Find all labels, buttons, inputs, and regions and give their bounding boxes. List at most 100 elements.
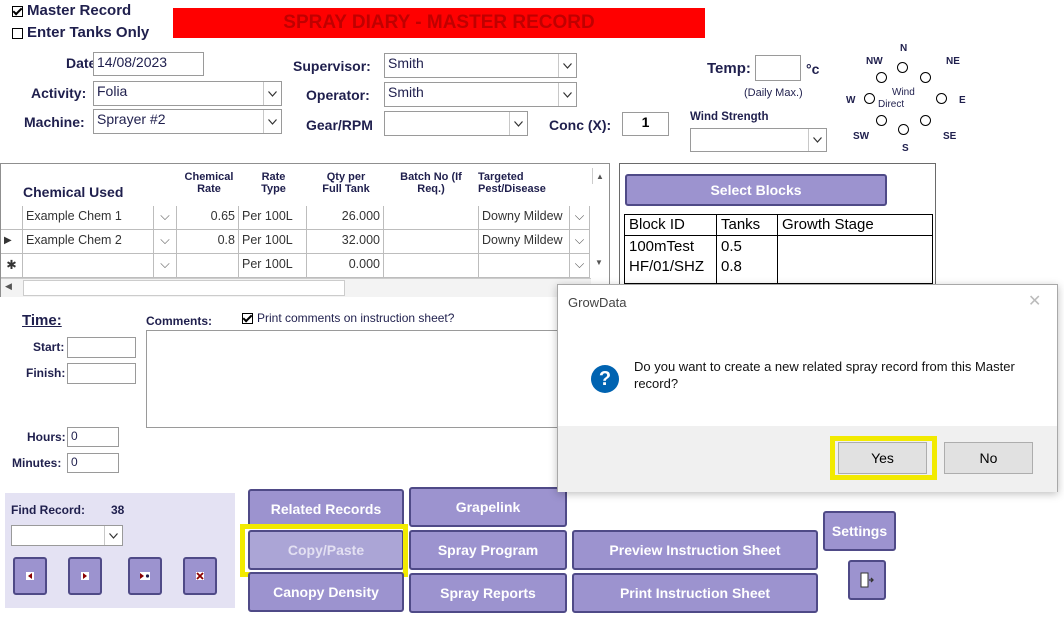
- chevron-down-icon[interactable]: [808, 129, 826, 151]
- first-record-button[interactable]: [13, 557, 47, 595]
- table-row-pest[interactable]: [479, 254, 570, 278]
- next-record-button[interactable]: [68, 557, 102, 595]
- preview-instruction-button[interactable]: Preview Instruction Sheet: [572, 530, 818, 570]
- wind-strength-dropdown[interactable]: [690, 128, 827, 152]
- print-comments-checkbox[interactable]: Print comments on instruction sheet?: [242, 311, 454, 325]
- find-record-dropdown[interactable]: [11, 525, 123, 546]
- chevron-down-icon[interactable]: ⌵: [570, 254, 590, 278]
- no-button[interactable]: No: [944, 442, 1033, 474]
- scrollbar-thumb[interactable]: [23, 280, 345, 296]
- table-row-rate[interactable]: 0.65: [177, 206, 239, 230]
- delete-record-button[interactable]: [183, 557, 217, 595]
- chevron-down-icon[interactable]: [104, 526, 122, 545]
- wind-radio-n[interactable]: [897, 62, 908, 73]
- finish-field[interactable]: [67, 363, 136, 384]
- wind-center-line2: Direct: [878, 99, 905, 110]
- related-records-button[interactable]: Related Records: [248, 489, 404, 529]
- gear-dropdown[interactable]: [384, 111, 528, 136]
- conc-field[interactable]: 1: [622, 112, 669, 136]
- master-record-check-icon[interactable]: [12, 5, 23, 17]
- table-row-rate[interactable]: [177, 254, 239, 278]
- chevron-down-icon[interactable]: ⌵: [154, 254, 177, 278]
- wind-label-sw: SW: [853, 131, 870, 142]
- chevron-down-icon[interactable]: ⌵: [154, 230, 177, 254]
- dialog-close-icon[interactable]: ✕: [1028, 291, 1041, 311]
- machine-label: Machine:: [24, 114, 85, 130]
- table-row-chemical[interactable]: Example Chem 2: [23, 230, 154, 254]
- print-comments-check-icon[interactable]: [242, 313, 253, 325]
- table-row-qty[interactable]: 26.000: [307, 206, 384, 230]
- table-row-qty[interactable]: 0.000: [307, 254, 384, 278]
- wind-radio-sw[interactable]: [876, 115, 887, 126]
- table-row-qty[interactable]: 32.000: [307, 230, 384, 254]
- wind-radio-w[interactable]: [864, 93, 875, 104]
- new-record-button[interactable]: [128, 557, 162, 595]
- select-blocks-button[interactable]: Select Blocks: [625, 174, 887, 206]
- chevron-down-icon[interactable]: [263, 82, 281, 105]
- scroll-up-icon[interactable]: ▲: [592, 168, 607, 184]
- wind-radio-s[interactable]: [898, 124, 909, 135]
- scroll-down-icon[interactable]: ▼: [592, 258, 606, 274]
- spray-reports-button[interactable]: Spray Reports: [409, 573, 567, 613]
- operator-value: Smith: [388, 84, 424, 100]
- temp-field[interactable]: [755, 55, 801, 81]
- master-record-checkbox[interactable]: Master Record: [12, 2, 131, 19]
- operator-dropdown[interactable]: Smith: [384, 82, 577, 107]
- spray-program-button[interactable]: Spray Program: [409, 530, 567, 570]
- activity-dropdown[interactable]: Folia: [93, 81, 282, 106]
- row-selector[interactable]: ▶: [1, 230, 23, 254]
- scroll-left-icon[interactable]: ◀: [5, 281, 12, 292]
- wind-label-nw: NW: [866, 56, 883, 67]
- machine-dropdown[interactable]: Sprayer #2: [93, 109, 282, 134]
- hours-field[interactable]: 0: [67, 427, 119, 447]
- row-selector[interactable]: [1, 206, 23, 230]
- table-row-chemical[interactable]: Example Chem 1: [23, 206, 154, 230]
- minutes-label: Minutes:: [12, 456, 62, 470]
- supervisor-dropdown[interactable]: Smith: [384, 53, 577, 78]
- wind-radio-nw[interactable]: [876, 72, 887, 83]
- block-row-tanks[interactable]: 0.8: [721, 258, 742, 275]
- wind-radio-e[interactable]: [936, 93, 947, 104]
- exit-button[interactable]: [848, 560, 886, 600]
- table-row-pest[interactable]: Downy Mildew: [479, 230, 570, 254]
- wind-label-e: E: [959, 95, 966, 106]
- chevron-down-icon[interactable]: ⌵: [570, 206, 590, 230]
- table-row-batch[interactable]: [384, 230, 479, 254]
- chevron-down-icon[interactable]: [558, 83, 576, 106]
- print-comments-label: Print comments on instruction sheet?: [257, 311, 455, 325]
- chevron-down-icon[interactable]: [558, 54, 576, 77]
- date-field[interactable]: 14/08/2023: [93, 52, 204, 76]
- table-row-rate-type[interactable]: Per 100L: [239, 206, 307, 230]
- new-row-icon[interactable]: ✱: [1, 254, 23, 278]
- dialog-footer: Yes No: [558, 426, 1057, 492]
- find-record-panel: Find Record: 38: [5, 493, 235, 608]
- table-row-rate-type[interactable]: Per 100L: [239, 230, 307, 254]
- table-row-batch[interactable]: [384, 254, 479, 278]
- canopy-density-button[interactable]: Canopy Density: [248, 572, 404, 612]
- start-field[interactable]: [67, 337, 136, 358]
- enter-tanks-checkbox[interactable]: Enter Tanks Only: [12, 24, 149, 41]
- settings-button[interactable]: Settings: [823, 511, 896, 551]
- grapelink-button[interactable]: Grapelink: [409, 487, 567, 527]
- wind-radio-ne[interactable]: [920, 72, 931, 83]
- table-row-rate[interactable]: 0.8: [177, 230, 239, 254]
- chevron-down-icon[interactable]: ⌵: [570, 230, 590, 254]
- print-instruction-button[interactable]: Print Instruction Sheet: [572, 573, 818, 613]
- comments-textarea[interactable]: [146, 330, 558, 428]
- chevron-down-icon[interactable]: [263, 110, 281, 133]
- block-row-id[interactable]: HF/01/SHZ: [629, 258, 704, 275]
- wind-radio-se[interactable]: [920, 115, 931, 126]
- horizontal-scrollbar[interactable]: ◀: [1, 278, 591, 297]
- header-rate-type: Rate Type: [261, 171, 286, 195]
- table-row-chemical[interactable]: [23, 254, 154, 278]
- minutes-field[interactable]: 0: [67, 453, 119, 473]
- block-row-id[interactable]: 100mTest: [629, 238, 694, 255]
- chevron-down-icon[interactable]: ⌵: [154, 206, 177, 230]
- temp-label: Temp:: [707, 60, 751, 77]
- table-row-batch[interactable]: [384, 206, 479, 230]
- block-row-tanks[interactable]: 0.5: [721, 238, 742, 255]
- table-row-rate-type[interactable]: Per 100L: [239, 254, 307, 278]
- table-row-pest[interactable]: Downy Mildew: [479, 206, 570, 230]
- chevron-down-icon[interactable]: [509, 112, 527, 135]
- enter-tanks-check-icon[interactable]: [12, 27, 23, 39]
